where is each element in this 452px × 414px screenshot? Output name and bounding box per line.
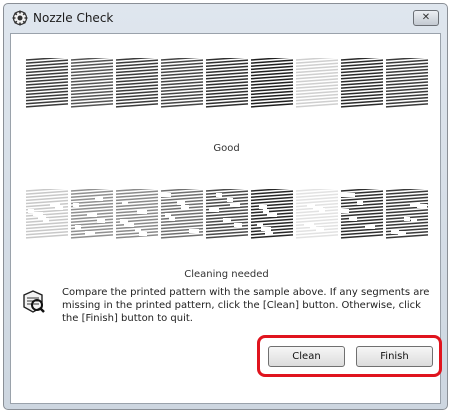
nozzle-segment [340, 189, 384, 239]
pattern-check-icon [23, 290, 45, 313]
nozzle-segment [250, 189, 294, 239]
nozzle-segment [25, 58, 69, 108]
instruction-text: Compare the printed pattern with the sam… [62, 287, 430, 324]
nozzle-segment [340, 58, 384, 108]
window-title: Nozzle Check [33, 11, 114, 25]
nozzle-check-window: Nozzle Check ✕ Good Cleaning needed Comp… [3, 3, 448, 410]
cleaning-needed-caption: Cleaning needed [184, 269, 269, 280]
nozzle-segment [115, 189, 159, 239]
close-button[interactable]: ✕ [413, 10, 439, 26]
good-nozzle-pattern [25, 58, 430, 110]
title-bar[interactable]: Nozzle Check ✕ [4, 4, 447, 32]
nozzle-segment [115, 58, 159, 108]
nozzle-segment [25, 189, 69, 239]
nozzle-segment [205, 58, 249, 108]
finish-button[interactable]: Finish [356, 346, 433, 367]
good-pattern-caption: Good [213, 143, 240, 154]
nozzle-segment [295, 189, 339, 239]
clean-button[interactable]: Clean [268, 346, 345, 367]
nozzle-segment [385, 58, 429, 108]
printer-gear-icon [12, 10, 28, 26]
close-icon: ✕ [421, 12, 431, 23]
nozzle-segment [295, 58, 339, 108]
nozzle-segment [70, 58, 114, 108]
nozzle-segment [160, 58, 204, 108]
nozzle-segment [205, 189, 249, 239]
nozzle-segment [160, 189, 204, 239]
nozzle-segment [70, 189, 114, 239]
cleaning-needed-pattern [25, 189, 430, 241]
nozzle-segment [385, 189, 429, 239]
nozzle-segment [250, 58, 294, 108]
